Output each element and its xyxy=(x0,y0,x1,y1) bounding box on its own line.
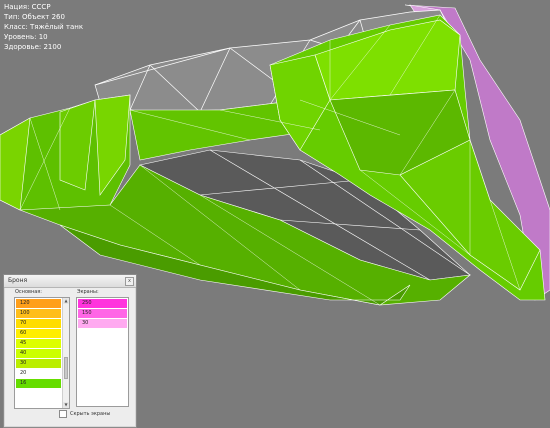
armor-row-120[interactable]: 120 xyxy=(16,299,61,308)
health-text: Здоровье: 2100 xyxy=(4,43,62,51)
armor-row-150[interactable]: 150 xyxy=(78,309,127,318)
base-armor-list[interactable]: 120 100 70 60 45 40 30 20 16 ▲ ▼ xyxy=(14,297,70,409)
level-text: Уровень: 10 xyxy=(4,33,48,41)
armor-panel-title[interactable]: Броня xyxy=(4,275,136,288)
armor-row-100[interactable]: 100 xyxy=(16,309,61,318)
screen-armor-list[interactable]: 250 150 30 xyxy=(76,297,129,407)
armor-row-60[interactable]: 60 xyxy=(16,329,61,338)
hide-screens-option[interactable]: Скрыть экраны xyxy=(59,410,110,418)
nation-text: Нация: СССР xyxy=(4,3,51,11)
class-text: Класс: Тяжёлый танк xyxy=(4,23,84,31)
close-button[interactable]: x xyxy=(125,277,134,286)
armor-row-20[interactable]: 20 xyxy=(16,369,61,378)
base-armor-label: Основная: xyxy=(15,289,42,295)
tank-info-overlay: Нация: СССР Тип: Объект 260 Класс: Тяжёл… xyxy=(4,2,83,52)
armor-row-30[interactable]: 30 xyxy=(78,319,127,328)
scroll-down-arrow-icon[interactable]: ▼ xyxy=(63,402,69,408)
armor-panel: Броня x Основная: Экраны: 120 100 70 60 45 40… xyxy=(3,274,137,428)
armor-row-16[interactable]: 16 xyxy=(16,379,61,388)
base-armor-rows: 120 100 70 60 45 40 30 20 16 xyxy=(15,298,62,388)
type-text: Тип: Объект 260 xyxy=(4,13,65,21)
base-armor-scrollbar[interactable]: ▲ ▼ xyxy=(62,298,69,408)
screens-label: Экраны: xyxy=(77,289,99,295)
hide-screens-label: Скрыть экраны xyxy=(70,411,111,417)
armor-row-40[interactable]: 40 xyxy=(16,349,61,358)
armor-row-250[interactable]: 250 xyxy=(78,299,127,308)
armor-row-30[interactable]: 30 xyxy=(16,359,61,368)
armor-row-45[interactable]: 45 xyxy=(16,339,61,348)
scroll-thumb[interactable] xyxy=(64,357,68,380)
armor-row-70[interactable]: 70 xyxy=(16,319,61,328)
hide-screens-checkbox[interactable] xyxy=(59,410,67,418)
scroll-up-arrow-icon[interactable]: ▲ xyxy=(63,298,69,304)
